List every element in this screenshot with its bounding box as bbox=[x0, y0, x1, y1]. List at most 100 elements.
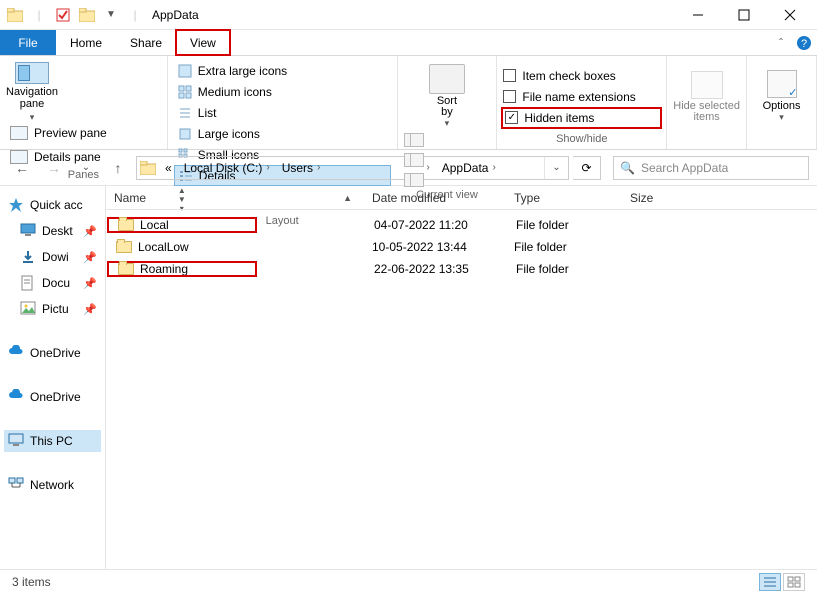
tree-quick-access[interactable]: Quick acc bbox=[4, 194, 101, 216]
forward-button[interactable]: → bbox=[40, 154, 68, 182]
breadcrumb-item[interactable]: Local Disk (C:)› bbox=[178, 157, 276, 179]
ribbon-group-layout: Extra large icons Medium icons List Larg… bbox=[168, 56, 398, 149]
extra-large-icon bbox=[178, 64, 192, 78]
view-details-button[interactable] bbox=[759, 573, 781, 591]
tab-home[interactable]: Home bbox=[56, 30, 116, 55]
breadcrumb-overflow[interactable]: « bbox=[159, 157, 178, 179]
search-input[interactable]: 🔍 Search AppData bbox=[613, 156, 809, 180]
pin-icon: 📌 bbox=[83, 303, 97, 316]
column-header-type[interactable]: Type bbox=[506, 186, 622, 209]
chevron-right-icon[interactable]: › bbox=[492, 162, 495, 173]
list-item[interactable]: Roaming 22-06-2022 13:35 File folder bbox=[106, 258, 817, 280]
tree-onedrive[interactable]: OneDrive bbox=[4, 342, 101, 364]
pc-icon bbox=[8, 433, 24, 449]
list-item[interactable]: Local 04-07-2022 11:20 File folder bbox=[106, 214, 817, 236]
checkbox-checked-icon: ✓ bbox=[505, 111, 518, 124]
tree-this-pc[interactable]: This PC bbox=[4, 430, 101, 452]
tree-documents[interactable]: Docu📌 bbox=[4, 272, 101, 294]
ribbon-tabstrip: File Home Share View ˆ ? bbox=[0, 30, 817, 56]
tab-view[interactable]: View bbox=[176, 30, 230, 55]
view-thumbnails-button[interactable] bbox=[783, 573, 805, 591]
preview-pane-button[interactable]: Preview pane bbox=[10, 123, 161, 143]
column-header-name[interactable]: Name ▲ bbox=[106, 186, 364, 209]
chevron-right-icon[interactable]: › bbox=[266, 162, 269, 173]
file-name-extensions-toggle[interactable]: File name extensions bbox=[503, 88, 660, 106]
pictures-icon bbox=[20, 301, 36, 317]
navigation-pane-button[interactable]: Navigation pane ▾ bbox=[6, 60, 58, 123]
file-list[interactable]: Local 04-07-2022 11:20 File folder Local… bbox=[106, 210, 817, 280]
tree-network[interactable]: Network bbox=[4, 474, 101, 496]
tree-downloads[interactable]: Dowi📌 bbox=[4, 246, 101, 268]
minimize-button[interactable] bbox=[675, 0, 721, 30]
app-icon[interactable] bbox=[4, 4, 26, 26]
column-header-size[interactable]: Size bbox=[622, 186, 702, 209]
search-icon: 🔍 bbox=[620, 161, 635, 175]
qat-properties-icon[interactable] bbox=[52, 4, 74, 26]
collapse-ribbon-icon[interactable]: ˆ bbox=[771, 30, 791, 55]
breadcrumb-item[interactable]: AppData› bbox=[436, 157, 502, 179]
network-icon bbox=[8, 477, 24, 493]
layout-extra-large[interactable]: Extra large icons bbox=[174, 60, 391, 81]
layout-list[interactable]: List bbox=[174, 102, 391, 123]
ribbon-group-options: Options ▾ bbox=[747, 56, 817, 149]
address-folder-icon bbox=[137, 157, 159, 179]
title-bar: | ▼ | AppData bbox=[0, 0, 817, 30]
options-button[interactable]: Options ▾ bbox=[753, 60, 810, 131]
sort-by-button[interactable]: Sort by ▾ bbox=[404, 64, 491, 129]
quick-access-toolbar: | ▼ | AppData bbox=[4, 4, 199, 26]
qat-newfolder-icon[interactable] bbox=[76, 4, 98, 26]
file-list-area: Name ▲ Date modified Type Size Local 04-… bbox=[106, 186, 817, 569]
address-bar[interactable]: « Local Disk (C:)› Users› › AppData› ⌄ bbox=[136, 156, 569, 180]
downloads-icon bbox=[20, 249, 36, 265]
close-button[interactable] bbox=[767, 0, 813, 30]
svg-text:?: ? bbox=[801, 38, 807, 50]
chevron-right-icon[interactable]: › bbox=[317, 162, 320, 173]
qat-separator-icon: | bbox=[124, 4, 146, 26]
column-header-date[interactable]: Date modified bbox=[364, 186, 506, 209]
column-headers: Name ▲ Date modified Type Size bbox=[106, 186, 817, 210]
layout-medium[interactable]: Medium icons bbox=[174, 81, 391, 102]
ribbon-group-current-view: Sort by ▾ Current view bbox=[398, 56, 498, 149]
group-by-button[interactable] bbox=[404, 133, 424, 147]
breadcrumb-item[interactable]: Users› bbox=[276, 157, 327, 179]
tree-desktop[interactable]: Deskt📌 bbox=[4, 220, 101, 242]
hidden-items-toggle[interactable]: ✓ Hidden items bbox=[503, 109, 660, 127]
up-button[interactable]: ↑ bbox=[104, 154, 132, 182]
checkbox-icon bbox=[503, 69, 516, 82]
hide-selected-button: Hide selected items bbox=[673, 60, 740, 131]
checkbox-icon bbox=[503, 90, 516, 103]
nav-tree[interactable]: Quick acc Deskt📌 Dowi📌 Docu📌 Pictu📌 OneD… bbox=[0, 186, 106, 569]
status-item-count: 3 items bbox=[12, 575, 51, 589]
layout-large[interactable]: Large icons bbox=[174, 123, 391, 144]
cloud-icon bbox=[8, 389, 24, 405]
list-item[interactable]: LocalLow 10-05-2022 13:44 File folder bbox=[106, 236, 817, 258]
back-button[interactable]: ← bbox=[8, 154, 36, 182]
ribbon-group-show-hide: Item check boxes File name extensions ✓ … bbox=[497, 56, 667, 149]
medium-icon bbox=[178, 85, 192, 99]
large-icon bbox=[178, 127, 192, 141]
tab-file[interactable]: File bbox=[0, 30, 56, 55]
search-placeholder: Search AppData bbox=[641, 161, 728, 175]
group-label-show-hide: Show/hide bbox=[503, 131, 660, 147]
address-history-dropdown[interactable]: ⌄ bbox=[544, 157, 568, 179]
maximize-button[interactable] bbox=[721, 0, 767, 30]
refresh-button[interactable]: ⟳ bbox=[573, 156, 601, 180]
folder-icon bbox=[118, 219, 134, 231]
desktop-icon bbox=[20, 223, 36, 239]
tab-share[interactable]: Share bbox=[116, 30, 176, 55]
sort-by-icon bbox=[429, 64, 465, 94]
help-icon[interactable]: ? bbox=[791, 30, 817, 55]
status-bar: 3 items bbox=[0, 569, 817, 593]
add-columns-button[interactable] bbox=[404, 153, 424, 167]
qat-dropdown-icon[interactable]: ▼ bbox=[100, 4, 122, 26]
star-icon bbox=[8, 197, 24, 213]
preview-pane-icon bbox=[10, 126, 28, 140]
size-columns-button[interactable] bbox=[404, 173, 424, 187]
item-check-boxes-toggle[interactable]: Item check boxes bbox=[503, 67, 660, 85]
recent-locations-button[interactable]: ⌄ bbox=[72, 154, 100, 182]
tree-onedrive[interactable]: OneDrive bbox=[4, 386, 101, 408]
chevron-right-icon[interactable]: › bbox=[426, 162, 429, 173]
pin-icon: 📌 bbox=[83, 277, 97, 290]
options-icon bbox=[767, 70, 797, 98]
tree-pictures[interactable]: Pictu📌 bbox=[4, 298, 101, 320]
